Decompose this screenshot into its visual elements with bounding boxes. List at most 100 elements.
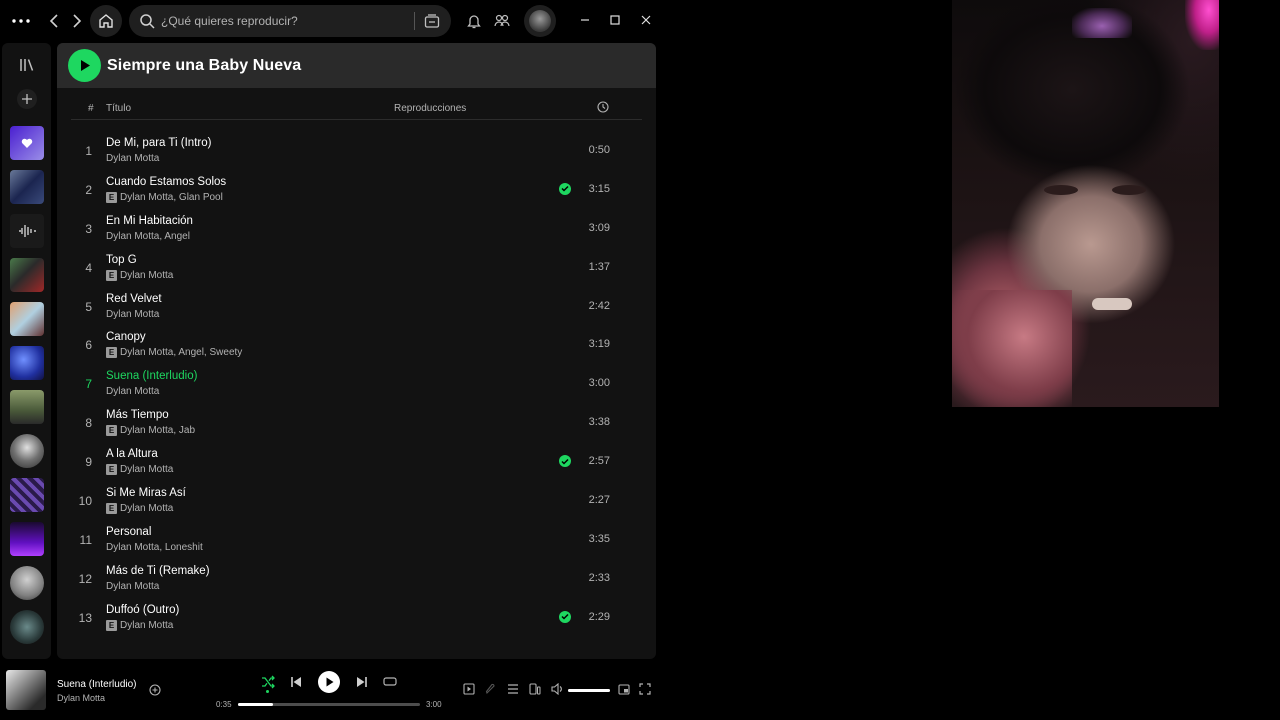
search-input[interactable]: ¿Qué quieres reproducir? — [161, 14, 298, 28]
track-row[interactable]: 6 Canopy E Dylan Motta, Angel, Sweety 3:19 — [71, 325, 642, 364]
track-artist[interactable]: E Dylan Motta — [106, 619, 173, 631]
close-icon[interactable] — [639, 13, 653, 27]
track-artist[interactable]: E Dylan Motta — [106, 464, 173, 476]
track-artist-name[interactable]: Dylan Motta, Jab — [120, 425, 195, 436]
track-artist-name[interactable]: Dylan Motta — [106, 153, 159, 164]
plus-icon[interactable] — [2, 89, 51, 109]
back-button[interactable] — [45, 11, 63, 31]
track-row[interactable]: 7 Suena (Interludio) Dylan Motta 3:00 — [71, 364, 642, 403]
track-artist-name[interactable]: Dylan Motta — [120, 464, 173, 475]
artist-cover[interactable] — [10, 566, 44, 600]
track-row[interactable]: 3 En Mi Habitación Dylan Motta, Angel 3:09 — [71, 209, 642, 248]
saved-check-icon[interactable] — [559, 455, 571, 468]
track-artist-name[interactable]: Dylan Motta, Loneshit — [106, 542, 203, 553]
playlist-cover[interactable] — [10, 258, 44, 292]
connect-device-icon[interactable] — [528, 682, 542, 696]
bell-icon[interactable] — [465, 12, 483, 30]
track-artist[interactable]: E Dylan Motta, Angel, Sweety — [106, 347, 242, 359]
track-row[interactable]: 10 Si Me Miras Así E Dylan Motta 2:27 — [71, 481, 642, 520]
search-bar[interactable]: ¿Qué quieres reproducir? — [129, 5, 451, 37]
track-title[interactable]: De Mi, para Ti (Intro) — [106, 137, 211, 149]
user-avatar[interactable] — [524, 5, 556, 37]
track-title[interactable]: Duffoó (Outro) — [106, 604, 179, 616]
track-title[interactable]: Más de Ti (Remake) — [106, 565, 210, 577]
track-title[interactable]: En Mi Habitación — [106, 215, 193, 227]
playlist-cover[interactable] — [10, 522, 44, 556]
track-row[interactable]: 2 Cuando Estamos Solos E Dylan Motta, Glan … — [71, 170, 642, 209]
track-artist-name[interactable]: Dylan Motta — [120, 503, 173, 514]
track-title[interactable]: Red Velvet — [106, 293, 162, 305]
lyrics-icon[interactable] — [484, 682, 498, 696]
track-artist-name[interactable]: Dylan Motta, Glan Pool — [120, 192, 223, 203]
track-title[interactable]: Personal — [106, 526, 151, 538]
track-artist-name[interactable]: Dylan Motta, Angel, Sweety — [120, 347, 242, 358]
playlist-cover[interactable] — [10, 390, 44, 424]
volume-icon[interactable] — [550, 682, 564, 696]
repeat-icon[interactable] — [382, 674, 398, 690]
shuffle-icon[interactable] — [260, 674, 276, 690]
track-artist-name[interactable]: Dylan Motta — [106, 309, 159, 320]
track-artist[interactable]: Dylan Motta — [106, 581, 159, 592]
artist-cover[interactable] — [10, 610, 44, 644]
track-artist[interactable]: E Dylan Motta — [106, 269, 173, 281]
add-to-library-icon[interactable] — [148, 683, 162, 697]
track-row[interactable]: 12 Más de Ti (Remake) Dylan Motta 2:33 — [71, 559, 642, 598]
previous-icon[interactable] — [288, 674, 304, 690]
track-row[interactable]: 8 Más Tiempo E Dylan Motta, Jab 3:38 — [71, 403, 642, 442]
track-artist[interactable]: Dylan Motta — [106, 309, 159, 320]
track-artist[interactable]: E Dylan Motta, Jab — [106, 425, 195, 437]
saved-check-icon[interactable] — [559, 610, 571, 623]
track-row[interactable]: 1 De Mi, para Ti (Intro) Dylan Motta 0:50 — [71, 131, 642, 170]
track-artist[interactable]: Dylan Motta, Loneshit — [106, 542, 203, 553]
playlist-cover[interactable] — [10, 302, 44, 336]
playlist-cover[interactable] — [10, 346, 44, 380]
home-button[interactable] — [90, 5, 122, 37]
maximize-icon[interactable] — [608, 13, 622, 27]
play-button[interactable] — [68, 49, 101, 82]
track-row[interactable]: 4 Top G E Dylan Motta 1:37 — [71, 248, 642, 287]
artist-cover[interactable] — [10, 434, 44, 468]
track-artist[interactable]: Dylan Motta — [106, 386, 159, 397]
playlist-cover[interactable] — [10, 478, 44, 512]
browse-icon[interactable] — [423, 12, 441, 30]
playlist-cover[interactable] — [10, 170, 44, 204]
minimize-icon[interactable] — [578, 13, 592, 27]
liked-songs-cover[interactable] — [10, 126, 44, 160]
track-row[interactable]: 5 Red Velvet Dylan Motta 2:42 — [71, 287, 642, 326]
progress-bar[interactable] — [238, 703, 420, 706]
track-artist[interactable]: Dylan Motta, Angel — [106, 231, 190, 242]
track-artist[interactable]: E Dylan Motta — [106, 503, 173, 515]
more-horizontal-icon[interactable] — [10, 11, 32, 31]
track-title[interactable]: Si Me Miras Así — [106, 487, 186, 499]
saved-check-icon[interactable] — [559, 182, 571, 195]
track-artist-name[interactable]: Dylan Motta — [106, 386, 159, 397]
miniplayer-icon[interactable] — [617, 682, 631, 696]
library-icon[interactable] — [2, 57, 51, 73]
track-title[interactable]: Más Tiempo — [106, 409, 169, 421]
play-pause-button[interactable] — [318, 671, 340, 693]
now-playing-view-icon[interactable] — [462, 682, 476, 696]
track-title[interactable]: Canopy — [106, 331, 146, 343]
clock-icon[interactable] — [597, 101, 609, 116]
track-artist-name[interactable]: Dylan Motta — [120, 270, 173, 281]
volume-slider[interactable] — [568, 689, 610, 692]
track-title[interactable]: Cuando Estamos Solos — [106, 176, 226, 188]
track-artist[interactable]: Dylan Motta — [106, 153, 159, 164]
now-playing-title[interactable]: Suena (Interludio) — [57, 679, 137, 690]
track-row[interactable]: 11 Personal Dylan Motta, Loneshit 3:35 — [71, 520, 642, 559]
now-playing-cover[interactable] — [6, 670, 46, 710]
track-row[interactable]: 13 Duffoó (Outro) E Dylan Motta 2:29 — [71, 598, 642, 637]
next-icon[interactable] — [354, 674, 370, 690]
track-row[interactable]: 9 A la Altura E Dylan Motta 2:57 — [71, 442, 642, 481]
forward-button[interactable] — [68, 11, 86, 31]
fullscreen-icon[interactable] — [638, 682, 652, 696]
queue-icon[interactable] — [506, 682, 520, 696]
track-title[interactable]: Top G — [106, 254, 137, 266]
now-playing-artist[interactable]: Dylan Motta — [57, 693, 105, 703]
track-title[interactable]: Suena (Interludio) — [106, 370, 197, 382]
playlist-cover[interactable] — [10, 214, 44, 248]
column-plays[interactable]: Reproducciones — [394, 103, 466, 114]
track-artist-name[interactable]: Dylan Motta, Angel — [106, 231, 190, 242]
friends-activity-icon[interactable] — [493, 12, 511, 30]
track-title[interactable]: A la Altura — [106, 448, 158, 460]
